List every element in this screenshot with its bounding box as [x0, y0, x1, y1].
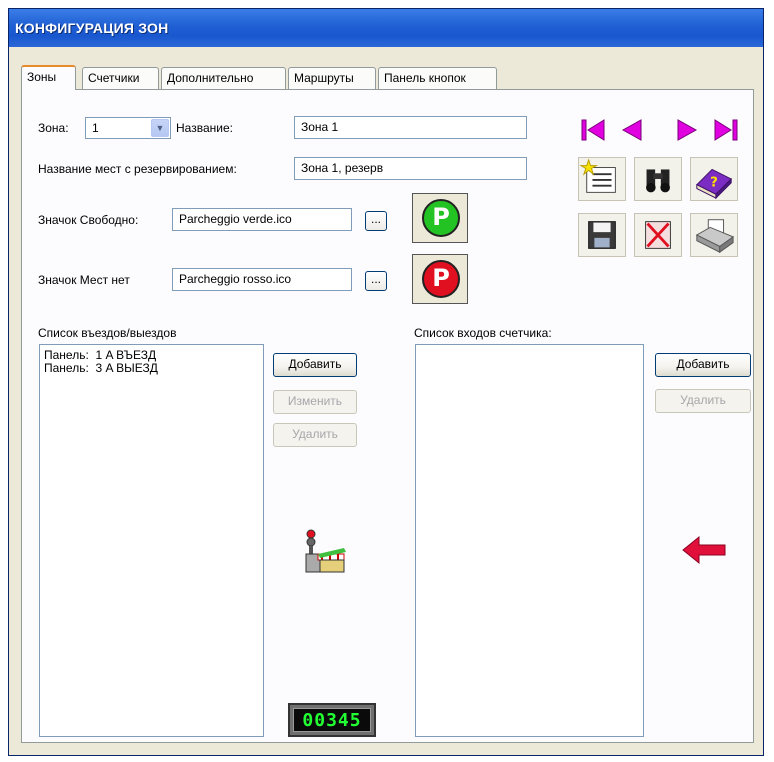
entries-list[interactable]: Панель: 1 A ВЪЕЗД Панель: 3 A ВЫЕЗД	[39, 344, 264, 737]
zone-config-window: КОНФИГУРАЦИЯ ЗОН Зоны Счетчики Дополните…	[8, 8, 764, 756]
print-icon[interactable]	[690, 213, 738, 257]
add-counter-input-button[interactable]: Добавить	[655, 353, 751, 377]
new-record-icon[interactable]	[578, 157, 626, 201]
tab-additional[interactable]: Дополнительно	[161, 67, 286, 89]
reserved-name-label: Название мест с резервированием:	[38, 162, 237, 176]
counter-inputs-label: Список входов счетчика:	[414, 326, 552, 340]
name-label: Название:	[176, 121, 233, 135]
delete-entry-button[interactable]: Удалить	[273, 423, 357, 447]
red-arrow-left-icon	[682, 535, 726, 565]
full-icon-label: Значок Мест нет	[38, 273, 130, 287]
free-icon-label: Значок Свободно:	[38, 213, 139, 227]
barrier-gate-icon	[305, 529, 346, 573]
browse-full-icon-button[interactable]: ...	[365, 271, 387, 291]
tab-panel-zones: Зона: 1 ▼ Название: Зона 1 Название мест…	[21, 89, 754, 743]
free-icon-preview: P	[412, 193, 468, 243]
svg-text:?: ?	[710, 176, 718, 191]
delete-record-icon[interactable]	[634, 213, 682, 257]
zone-name-field[interactable]: Зона 1	[294, 116, 527, 139]
window-title: КОНФИГУРАЦИЯ ЗОН	[9, 9, 763, 47]
previous-record-icon[interactable]	[615, 115, 649, 145]
last-record-icon[interactable]	[708, 115, 742, 145]
save-floppy-icon[interactable]	[578, 213, 626, 257]
counter-display: 00345	[288, 703, 376, 737]
next-record-icon[interactable]	[670, 115, 704, 145]
tab-routes[interactable]: Маршруты	[288, 67, 376, 89]
full-icon-preview: P	[412, 254, 468, 304]
browse-free-icon-button[interactable]: ...	[365, 211, 387, 231]
parking-full-icon: P	[422, 260, 460, 298]
search-binoculars-icon[interactable]	[634, 157, 682, 201]
tab-counters[interactable]: Счетчики	[82, 67, 159, 89]
tab-button-panel[interactable]: Панель кнопок	[378, 67, 497, 89]
reserved-name-field[interactable]: Зона 1, резерв	[294, 157, 527, 180]
chevron-down-icon[interactable]: ▼	[151, 119, 169, 137]
edit-entry-button[interactable]: Изменить	[273, 390, 357, 414]
delete-counter-input-button[interactable]: Удалить	[655, 389, 751, 413]
entries-list-label: Список въездов/выездов	[38, 326, 177, 340]
zone-select[interactable]: 1 ▼	[85, 117, 171, 139]
help-book-icon[interactable]: ?	[690, 157, 738, 201]
list-item[interactable]: Панель: 3 A ВЫЕЗД	[44, 362, 259, 375]
parking-free-icon: P	[422, 199, 460, 237]
zone-label: Зона:	[38, 121, 69, 135]
free-icon-field[interactable]: Parcheggio verde.ico	[172, 208, 352, 231]
zone-select-value: 1	[92, 121, 99, 135]
counter-value: 00345	[293, 708, 371, 732]
tab-zones[interactable]: Зоны	[21, 65, 76, 90]
counter-inputs-list[interactable]	[415, 344, 644, 737]
add-entry-button[interactable]: Добавить	[273, 353, 357, 377]
first-record-icon[interactable]	[577, 115, 611, 145]
full-icon-field[interactable]: Parcheggio rosso.ico	[172, 268, 352, 291]
